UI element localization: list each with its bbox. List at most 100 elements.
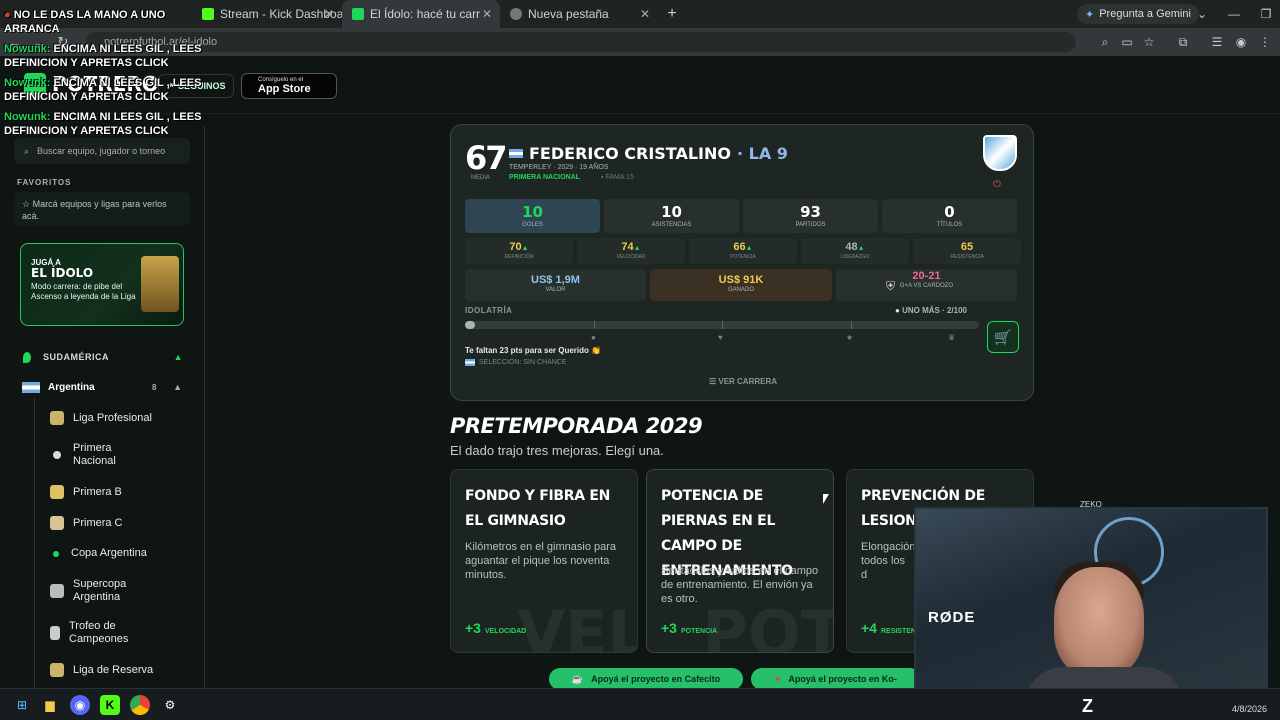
league-icon: [50, 663, 64, 677]
screen: Stream - Kick Dashboard ✕ El Ídolo: hacé…: [0, 0, 1280, 720]
attr-liderazgo: 48▲ LIDERAZGO: [801, 238, 909, 264]
kofi-heart-icon: ♥: [775, 674, 781, 684]
bar-tick: [722, 321, 723, 329]
maximize-icon[interactable]: ❐: [1250, 0, 1280, 28]
settings-icon[interactable]: ⚙: [160, 695, 180, 715]
tab-search-icon[interactable]: ⌄: [1186, 0, 1218, 28]
extensions-icon[interactable]: ⧉: [1174, 33, 1192, 51]
sidebar-item-primera-b[interactable]: Primera B: [50, 485, 190, 499]
gemini-button[interactable]: ✦ Pregunta a Gemini: [1077, 4, 1199, 24]
league-icon: [50, 516, 64, 530]
view-career-link[interactable]: ☰ VER CARRERA: [451, 377, 1035, 386]
chevron-up-icon: ▲: [173, 352, 183, 362]
sidebar-item-liga-de-reserva[interactable]: Liga de Reserva: [50, 663, 190, 677]
close-icon[interactable]: ✕: [324, 7, 334, 21]
profile-avatar-icon[interactable]: ◉: [1232, 33, 1250, 51]
sidebar-item-liga-profesional[interactable]: Liga Profesional: [50, 411, 190, 425]
close-icon[interactable]: ✕: [482, 7, 492, 21]
shop-cart-button[interactable]: 🛒: [987, 321, 1019, 353]
close-icon[interactable]: ✕: [640, 7, 650, 21]
chrome-icon: [510, 8, 522, 20]
league-icon: [53, 451, 61, 459]
tab-new-tab[interactable]: Nueva pestaña ✕: [500, 0, 658, 28]
app-store-badge[interactable]: Consíguelo en el App Store: [241, 73, 337, 99]
sidebar-item-primera-nacional[interactable]: Primera Nacional: [50, 442, 190, 468]
player-card: 67 MEDIA FEDERICO CRISTALINO · LA 9 TEMP…: [450, 124, 1034, 401]
chat-user: ●: [4, 9, 14, 21]
player-name: FEDERICO CRISTALINO · LA 9: [509, 144, 788, 163]
map-pin-icon: [23, 351, 31, 363]
trophy-icon: [50, 584, 64, 598]
argentina-flag-icon: [509, 149, 523, 158]
rival-duel: ⛨ 20-21 G+A VS CARDOZO: [836, 269, 1017, 301]
bar-tick: [594, 321, 595, 329]
idolatry-status: ● UNO MÁS · 2/100: [895, 306, 967, 315]
search-input[interactable]: ⌕ Buscar equipo, jugador o torneo: [14, 138, 190, 164]
stat-assists: 10 ASISTENCIAS: [604, 199, 739, 233]
argentina-flag-icon: [22, 381, 40, 393]
minimize-icon[interactable]: —: [1218, 0, 1250, 28]
bookmark-star-icon[interactable]: ☆: [1140, 33, 1158, 51]
chat-overlay-line: Nowunk: ENCIMA NI LEES GIL , LEES DEFINI…: [4, 43, 202, 69]
country-argentina[interactable]: Argentina 8 ▲: [22, 379, 182, 395]
league-icon: [53, 550, 59, 557]
attr-velocidad: 74▲ VELOCIDAD: [577, 238, 685, 264]
attr-definicion: 70▲ DEFINICIÓN: [465, 238, 573, 264]
player-card-image: [141, 256, 179, 312]
support-cafecito-button[interactable]: ☕ Apoyá el proyecto en Cafecito: [549, 668, 743, 690]
league-icon: [50, 485, 64, 499]
mouse-cursor-icon: [823, 494, 829, 504]
star-icon: ☆: [22, 199, 31, 209]
sidebar-item-copa-argentina[interactable]: Copa Argentina: [50, 547, 190, 560]
kick-icon[interactable]: K: [100, 695, 120, 715]
cart-icon: 🛒: [994, 328, 1012, 345]
sidebar-item-primera-c[interactable]: Primera C: [50, 516, 190, 530]
preseason-title: PRETEMPORADA 2029: [450, 414, 703, 438]
milestone-crown-icon: ♛: [948, 333, 956, 342]
cast-icon[interactable]: ▭: [1118, 33, 1136, 51]
bar-tick: [851, 321, 852, 329]
attr-resistencia: 65 RESISTENCIA: [913, 238, 1021, 264]
tab-kick-dashboard[interactable]: Stream - Kick Dashboard ✕: [192, 0, 342, 28]
attr-potencia: 66▲ POTENCIA: [689, 238, 797, 264]
points-needed: Te faltan 23 pts para ser Querido 👏: [465, 346, 602, 355]
file-explorer-icon[interactable]: ▆: [40, 695, 60, 715]
tab-el-idolo[interactable]: El Ídolo: hacé tu carrera en la L ✕: [342, 0, 500, 28]
windows-start-icon[interactable]: ⊞: [12, 695, 32, 715]
sidebar-item-trofeo-de-campeones[interactable]: Trofeo de Campeones: [50, 620, 190, 646]
attributes-row: 70▲ DEFINICIÓN 74▲ VELOCIDAD 66▲ POTENCIA 4…: [465, 238, 1021, 264]
reading-list-icon[interactable]: ☰: [1208, 33, 1226, 51]
national-team-status: SELECCIÓN: SIN CHANCE: [465, 359, 567, 366]
menu-kebab-icon[interactable]: ⋮: [1256, 33, 1274, 51]
sidebar-item-supercopa-argentina[interactable]: Supercopa Argentina: [50, 578, 190, 604]
stat-goals: 10 GOLES: [465, 199, 600, 233]
idolatry-label: IDOLATRÍA: [465, 306, 513, 315]
support-kofi-button[interactable]: ♥ Apoyá el proyecto en Ko-: [751, 668, 921, 690]
discord-icon[interactable]: ◉: [70, 695, 90, 715]
stats-row: 10 GOLES 10 ASISTENCIAS 93 PARTIDOS 0 TÍTULO…: [465, 199, 1017, 233]
sidebar: ⌕ Buscar equipo, jugador o torneo FAVORI…: [0, 126, 205, 688]
milestone-heart-icon: ♥: [718, 333, 723, 342]
idolatry-progress-fill: [465, 321, 476, 329]
zoom-icon[interactable]: ⌕: [1096, 33, 1114, 51]
address-bar[interactable]: potrerofutbol.ar/el-idolo: [86, 32, 1076, 52]
trophy-icon: [50, 626, 60, 640]
favorites-title: FAVORITOS: [17, 178, 72, 187]
z-logo-icon: Z: [1082, 696, 1093, 716]
exit-icon[interactable]: ⏻: [993, 179, 1001, 190]
potrero-icon: [352, 8, 364, 20]
region-sudamerica[interactable]: SUDAMÉRICA ▲: [23, 349, 183, 365]
search-icon: ⌕: [24, 145, 30, 156]
chat-overlay-line: Nowunk: ENCIMA NI LEES GIL , LEES DEFINI…: [4, 111, 202, 137]
preseason-subtitle: El dado trajo tres mejoras. Elegí una.: [450, 443, 664, 458]
money-row: US$ 1,9M VALOR US$ 91K GANADO ⛨ 20-21 G+A …: [465, 269, 1017, 301]
chrome-icon[interactable]: [130, 695, 150, 715]
new-tab-button[interactable]: +: [658, 0, 686, 28]
league-icon: [50, 411, 64, 425]
earned-value: US$ 91K GANADO: [650, 269, 832, 301]
choice-card-gimnasio[interactable]: VEL FONDO Y FIBRA EN EL GIMNASIO Kilómet…: [450, 469, 638, 653]
chevron-up-icon: ▲: [173, 382, 182, 392]
argentina-flag-icon: [465, 359, 475, 366]
choice-card-potencia[interactable]: POT POTENCIA DE PIERNAS EN EL CAMPO DE E…: [646, 469, 834, 653]
el-idolo-promo[interactable]: JUGÁ A EL ÍDOLO Modo carrera: de pibe de…: [20, 243, 184, 326]
